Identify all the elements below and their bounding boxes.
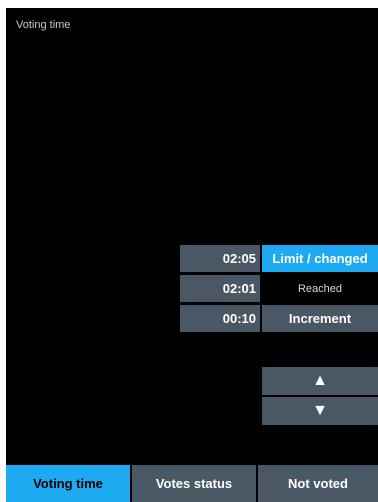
limit-row: 02:05 Limit / changed: [180, 245, 378, 272]
tab-votes-status[interactable]: Votes status: [132, 465, 256, 502]
tab-voting-time[interactable]: Voting time: [6, 465, 130, 502]
reached-time-value: 02:01: [180, 275, 260, 302]
voting-time-screen: Voting time 02:05 Limit / changed 02:01 …: [6, 8, 378, 502]
arrow-up-icon: ▲: [312, 372, 328, 389]
limit-time-value: 02:05: [180, 245, 260, 272]
increase-button[interactable]: ▲: [262, 367, 378, 395]
increment-row: 00:10 Increment: [180, 305, 378, 332]
limit-changed-button[interactable]: Limit / changed: [262, 245, 378, 272]
arrow-down-icon: ▼: [312, 402, 328, 419]
reached-label: Reached: [262, 275, 378, 302]
panel-title: Voting time: [16, 19, 71, 31]
bottom-tab-bar: Voting time Votes status Not voted: [6, 465, 378, 502]
increment-button[interactable]: Increment: [262, 305, 378, 332]
decrease-button[interactable]: ▼: [262, 397, 378, 425]
increment-time-value: 00:10: [180, 305, 260, 332]
reached-row: 02:01 Reached: [180, 275, 378, 302]
tab-not-voted[interactable]: Not voted: [258, 465, 378, 502]
